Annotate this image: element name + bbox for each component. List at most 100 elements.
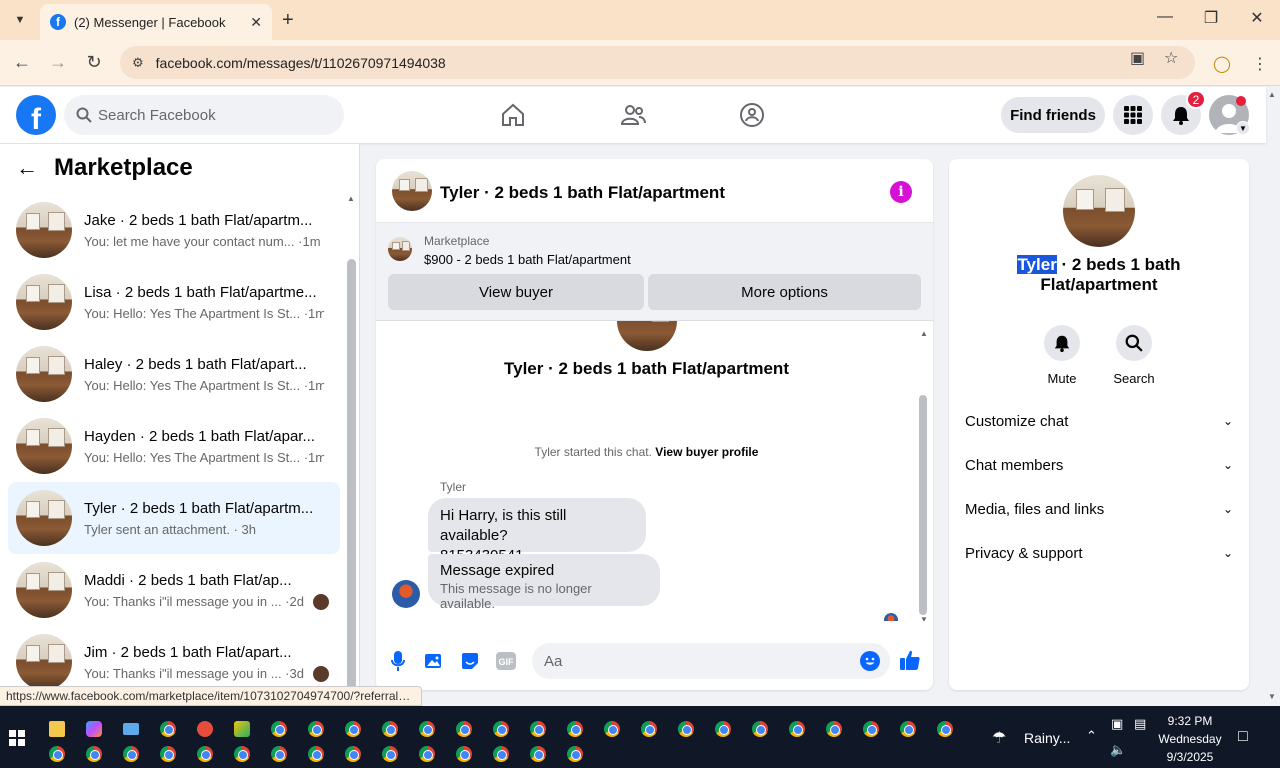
emoji-icon[interactable] (860, 651, 880, 671)
chrome-icon[interactable] (49, 746, 65, 762)
page-scroll-up-arrow-icon[interactable]: ▲ (1268, 90, 1276, 99)
gif-icon[interactable]: GIF (496, 651, 516, 671)
scroll-up-arrow-icon[interactable]: ▲ (347, 194, 355, 203)
chrome-icon[interactable] (567, 746, 583, 762)
chrome-icon[interactable] (678, 721, 694, 737)
copilot-icon[interactable] (86, 721, 102, 737)
weather-widget[interactable]: ☂ Rainy... (992, 728, 1070, 748)
chrome-icon[interactable] (789, 721, 805, 737)
action-center-icon[interactable]: □ (1238, 728, 1248, 746)
bookmark-star-icon[interactable]: ☆ (1164, 48, 1178, 68)
chrome-icon[interactable] (160, 721, 176, 737)
customize-chat-row[interactable]: Customize chat ⌄ (965, 409, 1233, 433)
chat-members-row[interactable]: Chat members ⌄ (965, 453, 1233, 477)
site-settings-icon[interactable]: ⚙ (132, 55, 144, 71)
scroll-thumb[interactable] (919, 395, 927, 615)
chrome-icon[interactable] (419, 746, 435, 762)
facebook-search-input[interactable] (98, 106, 318, 124)
chat-title[interactable]: Tyler · 2 beds 1 bath Flat/apartment (440, 183, 725, 203)
address-bar[interactable]: ⚙ facebook.com/messages/t/11026709714940… (120, 46, 1195, 79)
chrome-icon[interactable] (197, 746, 213, 762)
chrome-icon[interactable] (752, 721, 768, 737)
tray-chevron-up-icon[interactable]: ⌃ (1086, 728, 1097, 744)
chrome-icon[interactable] (382, 721, 398, 737)
home-icon[interactable] (497, 99, 529, 131)
browser-menu-icon[interactable]: ⋮ (1252, 54, 1268, 74)
back-arrow-icon[interactable]: ← (10, 52, 34, 73)
view-buyer-profile-link[interactable]: View buyer profile (655, 445, 758, 459)
chrome-icon[interactable] (641, 721, 657, 737)
friends-icon[interactable] (617, 99, 649, 131)
file-explorer-icon[interactable] (49, 721, 65, 737)
chrome-icon[interactable] (419, 721, 435, 737)
chrome-icon[interactable] (567, 721, 583, 737)
expired-message-bubble[interactable]: Message expired This message is no longe… (428, 554, 660, 611)
chrome-icon[interactable] (937, 721, 953, 737)
conversation-item[interactable]: Jake · 2 beds 1 bath Flat/apartm... You:… (8, 194, 340, 266)
chat-avatar[interactable] (392, 171, 432, 211)
chrome-icon[interactable] (530, 746, 546, 762)
chrome-icon[interactable] (123, 746, 139, 762)
window-close-icon[interactable]: ✕ (1242, 8, 1272, 28)
mute-action[interactable]: Mute (1032, 325, 1092, 386)
conversation-item[interactable]: Haley · 2 beds 1 bath Flat/apart... You:… (8, 338, 340, 410)
scroll-down-arrow-icon[interactable]: ▼ (920, 615, 928, 621)
chrome-icon[interactable] (86, 746, 102, 762)
network-icon[interactable]: ▤ (1134, 716, 1146, 732)
chrome-icon[interactable] (345, 746, 361, 762)
facebook-search-box[interactable] (64, 95, 344, 135)
groups-icon[interactable] (736, 99, 768, 131)
message-scrollbar[interactable]: ▲ ▼ (918, 329, 928, 621)
system-clock[interactable]: 9:32 PM Wednesday 9/3/2025 (1150, 712, 1230, 766)
forward-arrow-icon[interactable]: → (46, 52, 70, 73)
media-files-links-row[interactable]: Media, files and links ⌄ (965, 497, 1233, 521)
windows-start-icon[interactable] (9, 730, 25, 746)
reload-icon[interactable]: ↻ (82, 52, 106, 73)
chrome-icon[interactable] (160, 746, 176, 762)
chrome-icon[interactable] (456, 721, 472, 737)
sticker-icon[interactable] (460, 651, 480, 671)
chrome-icon[interactable] (863, 721, 879, 737)
account-chevron-down-icon[interactable]: ▼ (1236, 121, 1250, 135)
app-icon[interactable] (197, 721, 213, 737)
conversation-item[interactable]: Hayden · 2 beds 1 bath Flat/apar... You:… (8, 410, 340, 482)
chrome-icon[interactable] (345, 721, 361, 737)
message-input[interactable] (532, 643, 890, 679)
menu-grid-icon[interactable] (1113, 95, 1153, 135)
chrome-icon[interactable] (382, 746, 398, 762)
thumbs-up-icon[interactable] (899, 649, 921, 677)
search-action[interactable]: Search (1104, 325, 1164, 386)
chrome-icon[interactable] (900, 721, 916, 737)
chrome-icon[interactable] (530, 721, 546, 737)
install-app-icon[interactable]: ▣ (1130, 48, 1145, 68)
view-buyer-button[interactable]: View buyer (388, 274, 644, 310)
tab-search-chevron-icon[interactable]: ▼ (8, 8, 32, 32)
message-bubble[interactable]: Hi Harry, is this still available? 81534… (428, 498, 646, 564)
tab-close-icon[interactable]: ✕ (250, 14, 262, 31)
conversation-info-icon[interactable]: i (890, 181, 912, 203)
page-scroll-down-arrow-icon[interactable]: ▼ (1268, 692, 1276, 701)
more-options-button[interactable]: More options (648, 274, 921, 310)
chrome-icon[interactable] (493, 746, 509, 762)
facebook-logo-icon[interactable]: f (16, 95, 56, 135)
chat-list-scrollbar[interactable] (347, 259, 356, 705)
conversation-item-active[interactable]: Tyler · 2 beds 1 bath Flat/apartm... Tyl… (8, 482, 340, 554)
browser-tab[interactable]: f (2) Messenger | Facebook ✕ (40, 4, 272, 40)
conversation-item[interactable]: Lisa · 2 beds 1 bath Flat/apartme... You… (8, 266, 340, 338)
chrome-icon[interactable] (826, 721, 842, 737)
microphone-icon[interactable] (388, 651, 408, 671)
listing-title[interactable]: $900 - 2 beds 1 bath Flat/apartment (424, 252, 631, 267)
photo-icon[interactable] (424, 651, 444, 671)
scroll-up-arrow-icon[interactable]: ▲ (920, 329, 928, 338)
chrome-icon[interactable] (456, 746, 472, 762)
find-friends-button[interactable]: Find friends (1001, 97, 1105, 133)
chrome-icon[interactable] (308, 746, 324, 762)
chrome-icon[interactable] (604, 721, 620, 737)
minimize-icon[interactable]: — (1150, 8, 1180, 26)
chrome-icon[interactable] (308, 721, 324, 737)
chrome-icon[interactable] (271, 746, 287, 762)
app-icon[interactable] (234, 721, 250, 737)
chrome-icon[interactable] (715, 721, 731, 737)
chrome-icon[interactable] (271, 721, 287, 737)
restore-icon[interactable]: ❐ (1196, 8, 1226, 28)
